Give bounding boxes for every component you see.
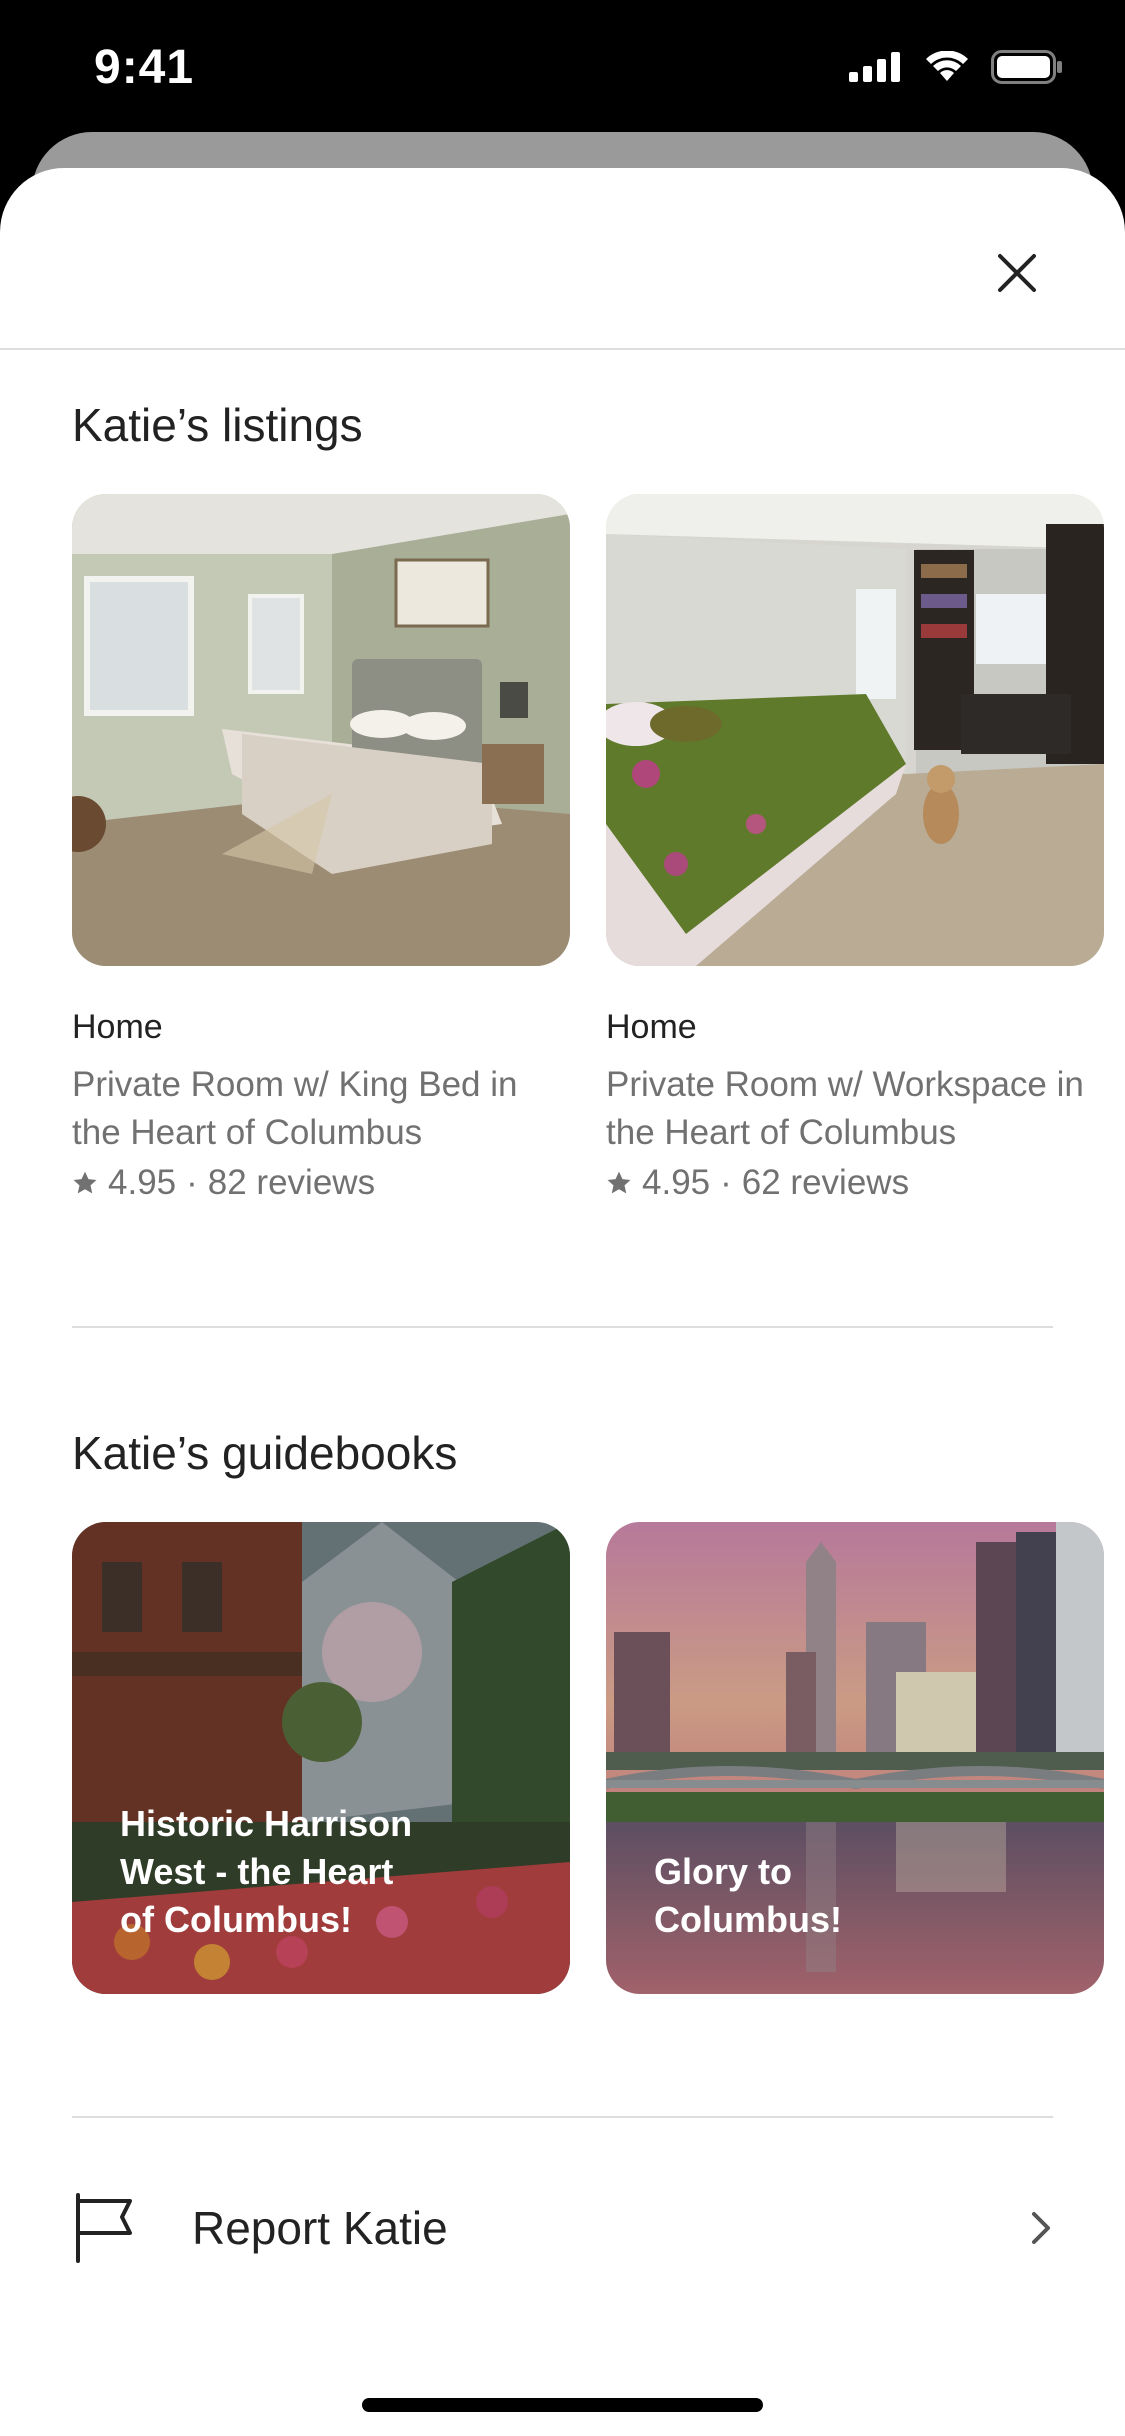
- listing-title: Private Room w/ Workspace in the Heart o…: [606, 1065, 1084, 1152]
- listing-type: Home: [606, 1008, 697, 1046]
- guidebook-photo: Historic Harrison West - the Heart of Co…: [72, 1522, 570, 1994]
- cellular-signal-icon: [849, 52, 900, 82]
- flag-icon: [76, 2193, 132, 2263]
- listing-rating: 4.95 · 62 reviews: [606, 1163, 1104, 1203]
- battery-icon: [991, 50, 1062, 84]
- star-icon: [607, 1171, 631, 1194]
- guidebooks-carousel[interactable]: Historic Harrison West - the Heart of Co…: [72, 1522, 1104, 1994]
- rating-value: 4.95: [642, 1163, 711, 1202]
- review-count: 62 reviews: [741, 1163, 910, 1202]
- listing-photo: [606, 494, 1104, 966]
- chevron-right-icon: [1032, 2212, 1050, 2244]
- rating-value: 4.95: [108, 1163, 177, 1202]
- listing-photo: [72, 494, 570, 966]
- close-icon: [998, 254, 1036, 292]
- review-count: 82 reviews: [207, 1163, 376, 1202]
- report-host-row[interactable]: Report Katie: [72, 2178, 1053, 2278]
- guidebook-photo: Glory to Columbus!: [606, 1522, 1104, 1994]
- guidebook-label: Historic Harrison West - the Heart of Co…: [120, 1803, 413, 1940]
- rating-separator: ·: [186, 1163, 198, 1202]
- listing-type: Home: [72, 1008, 163, 1046]
- header-divider: [0, 348, 1125, 350]
- home-indicator[interactable]: [362, 2398, 763, 2412]
- guidebook-card[interactable]: Historic Harrison West - the Heart of Co…: [72, 1522, 570, 1994]
- listings-section-title: Katie’s listings: [72, 399, 363, 451]
- status-bar: 9:41: [0, 0, 1125, 140]
- report-host-label: Report Katie: [192, 2202, 448, 2254]
- guidebook-label: Glory to Columbus!: [654, 1851, 842, 1940]
- status-time: 9:41: [94, 41, 195, 94]
- wifi-icon: [926, 51, 968, 81]
- host-sheet: Katie’s listings Home Private Room w/ Ki…: [0, 168, 1125, 2436]
- listing-title: Private Room w/ King Bed in the Heart of…: [72, 1065, 518, 1152]
- close-button[interactable]: [984, 240, 1050, 306]
- guidebook-card[interactable]: Glory to Columbus!: [606, 1522, 1104, 1994]
- status-icons: [849, 50, 1063, 84]
- section-divider: [72, 2116, 1053, 2118]
- listing-card[interactable]: Home Private Room w/ King Bed in the Hea…: [72, 494, 570, 1203]
- rating-separator: ·: [720, 1163, 732, 1202]
- section-divider: [72, 1326, 1053, 1328]
- star-icon: [73, 1171, 97, 1194]
- guidebooks-section-title: Katie’s guidebooks: [72, 1427, 458, 1479]
- listings-carousel[interactable]: Home Private Room w/ King Bed in the Hea…: [72, 494, 1104, 1203]
- listing-rating: 4.95 · 82 reviews: [72, 1163, 570, 1203]
- listing-card[interactable]: Home Private Room w/ Workspace in the He…: [606, 494, 1104, 1203]
